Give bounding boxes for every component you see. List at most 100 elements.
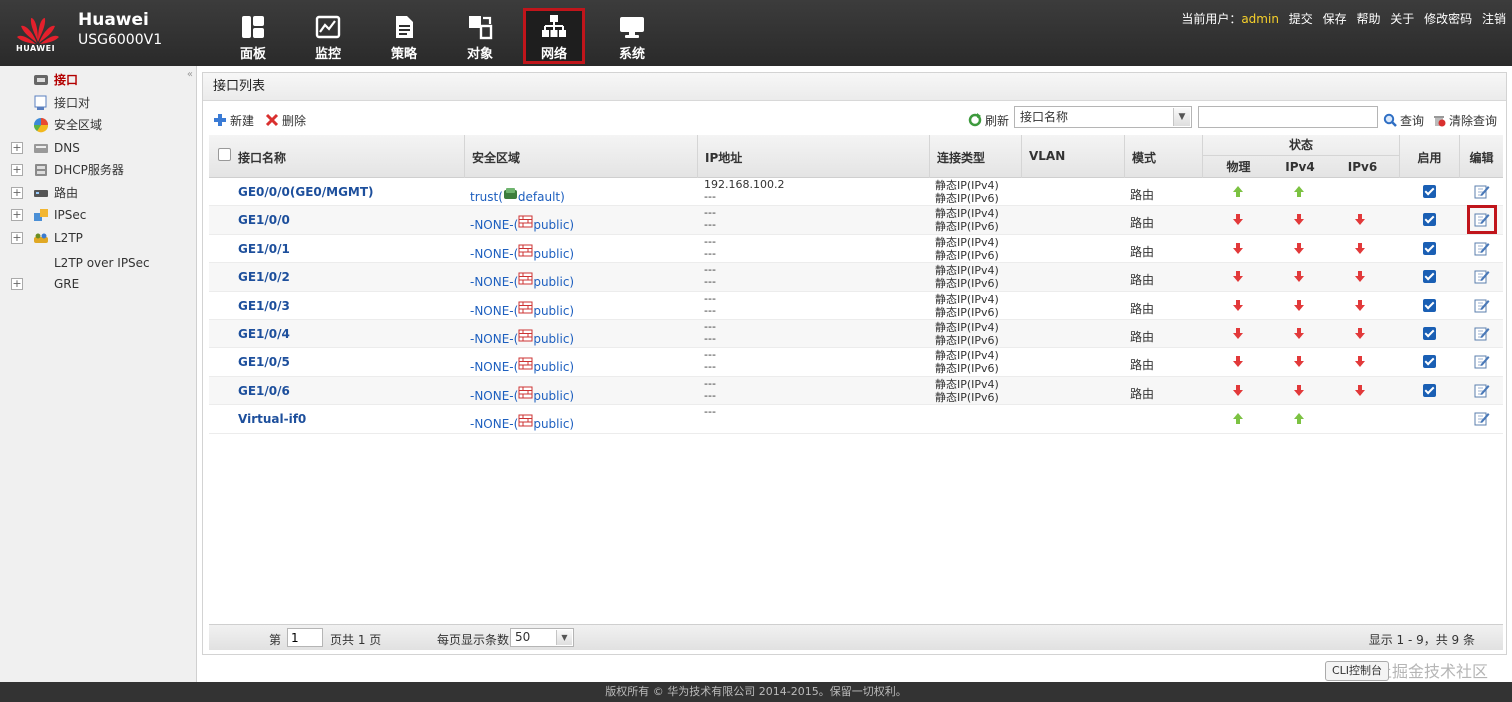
route-icon <box>34 190 48 197</box>
sidebar-item-dns[interactable]: + DNS <box>0 137 196 159</box>
enable-checkbox[interactable] <box>1423 383 1436 397</box>
interface-icon <box>34 75 48 85</box>
table-row[interactable]: GE1/0/5 -NONE-(public) --- --- 静态IP(IPv4) 静… <box>209 348 1503 377</box>
table-row[interactable]: GE1/0/6 -NONE-(public) --- --- 静态IP(IPv4) 静… <box>209 376 1503 406</box>
zone-prefix: -NONE-( <box>470 417 519 432</box>
enable-checkbox[interactable] <box>1423 241 1436 255</box>
column-header-mode[interactable]: 模式 <box>1124 135 1202 178</box>
zone-name: public) <box>533 303 575 318</box>
enable-checkbox[interactable] <box>1423 326 1436 340</box>
table-row[interactable]: Virtual-if0 -NONE-(public) --- <box>209 405 1503 434</box>
sidebar-item-l2tp-over-ipsec[interactable]: L2TP over IPSec <box>0 252 196 274</box>
status-down-arrow-icon <box>1233 327 1243 339</box>
expand-icon[interactable]: + <box>11 209 23 221</box>
nav-policy[interactable]: 策略 <box>373 8 435 64</box>
edit-icon[interactable] <box>1474 184 1490 199</box>
new-button[interactable]: 新建 <box>213 111 254 131</box>
edit-icon[interactable] <box>1474 326 1490 341</box>
sidebar-item-route[interactable]: + 路由 <box>0 182 196 204</box>
interface-name-link[interactable]: Virtual-if0 <box>238 412 306 440</box>
sidebar-item-label: 接口对 <box>54 96 91 110</box>
table-row[interactable]: GE1/0/3 -NONE-(public) --- --- 静态IP(IPv4) 静… <box>209 291 1503 320</box>
enable-checkbox[interactable] <box>1423 185 1436 198</box>
per-page-select[interactable]: 50 ▼ <box>510 628 574 647</box>
delete-button-label: 删除 <box>282 114 307 128</box>
clear-query-button-label: 清除查询 <box>1449 114 1498 128</box>
column-header-name[interactable]: 接口名称 <box>231 135 464 178</box>
save-link[interactable]: 保存 <box>1323 12 1347 26</box>
table-row[interactable]: GE1/0/1 -NONE-(public) --- --- 静态IP(IPv4) 静… <box>209 234 1503 264</box>
sidebar-item-label: DHCP服务器 <box>54 163 124 177</box>
expand-icon[interactable]: + <box>11 232 23 244</box>
about-link[interactable]: 关于 <box>1390 12 1414 26</box>
connection-type: 静态IP(IPv4) 静态IP(IPv6) <box>935 207 999 234</box>
status-down-arrow-icon <box>1294 384 1304 396</box>
sidebar-item-interface-pair[interactable]: 接口对 <box>0 92 196 114</box>
edit-icon[interactable] <box>1474 354 1490 369</box>
delete-button[interactable]: 删除 <box>265 111 306 131</box>
user-bar: 当前用户：admin 提交 保存 帮助 关于 修改密码 注销 <box>1181 10 1506 27</box>
security-zone-icon <box>33 118 49 133</box>
sidebar-item-label: IPSec <box>54 208 87 222</box>
column-header-vlan[interactable]: VLAN <box>1021 135 1124 178</box>
sidebar-item-gre[interactable]: + GRE <box>0 273 196 295</box>
expand-icon[interactable]: + <box>11 278 23 290</box>
select-all-checkbox[interactable] <box>218 148 231 161</box>
table-row[interactable]: GE1/0/4 -NONE-(public) --- --- 静态IP(IPv4) 静… <box>209 319 1503 349</box>
enable-checkbox[interactable] <box>1423 270 1436 284</box>
enable-checkbox[interactable] <box>1423 355 1436 369</box>
status-down-arrow-icon <box>1233 242 1243 254</box>
change-password-link[interactable]: 修改密码 <box>1424 12 1472 26</box>
edit-icon[interactable] <box>1474 411 1490 426</box>
status-up-arrow-icon <box>1294 413 1304 425</box>
status-up-arrow-icon <box>1294 186 1304 197</box>
edit-icon[interactable] <box>1474 269 1490 284</box>
connection-type: 静态IP(IPv4) 静态IP(IPv6) <box>935 292 999 319</box>
nav-network[interactable]: 网络 <box>523 8 585 64</box>
submit-link[interactable]: 提交 <box>1289 12 1313 26</box>
sidebar-item-dhcp-server[interactable]: + DHCP服务器 <box>0 159 196 181</box>
edit-icon[interactable] <box>1474 241 1490 256</box>
logout-link[interactable]: 注销 <box>1482 12 1506 26</box>
sidebar-item-label: 安全区域 <box>54 118 103 132</box>
search-field-select[interactable]: 接口名称 ▼ <box>1014 106 1192 128</box>
edit-icon[interactable] <box>1467 205 1497 235</box>
enable-checkbox[interactable] <box>1423 298 1436 312</box>
nav-monitor[interactable]: 监控 <box>297 8 359 64</box>
ip-address: --- --- <box>704 291 716 317</box>
expand-icon[interactable]: + <box>11 187 23 199</box>
sidebar-item-l2tp[interactable]: + L2TP <box>0 227 196 249</box>
nav-dashboard[interactable]: 面板 <box>222 8 284 64</box>
expand-icon[interactable]: + <box>11 142 23 154</box>
new-button-label: 新建 <box>230 114 255 128</box>
status-down-arrow-icon <box>1233 384 1243 396</box>
status-down-arrow-icon <box>1294 271 1304 283</box>
status-down-arrow-icon <box>1355 327 1365 339</box>
status-down-arrow-icon <box>1294 214 1304 226</box>
sidebar-item-security-zone[interactable]: 安全区域 <box>0 114 196 136</box>
column-header-zone[interactable]: 安全区域 <box>464 135 697 178</box>
refresh-button[interactable]: 刷新 <box>968 111 1009 131</box>
nav-object[interactable]: 对象 <box>449 8 511 64</box>
cli-console-button[interactable]: CLI控制台 <box>1325 661 1390 681</box>
expand-icon[interactable]: + <box>11 164 23 176</box>
zone-green-icon <box>503 188 517 199</box>
column-header-ip[interactable]: IP地址 <box>697 135 929 178</box>
query-button[interactable]: 查询 <box>1383 111 1424 131</box>
help-link[interactable]: 帮助 <box>1356 12 1380 26</box>
search-input[interactable] <box>1198 106 1378 128</box>
table-row[interactable]: GE1/0/0 -NONE-(public) --- --- 静态IP(IPv4) 静… <box>209 205 1503 235</box>
edit-icon[interactable] <box>1474 383 1490 398</box>
table-row[interactable]: GE1/0/2 -NONE-(public) --- --- 静态IP(IPv4) 静… <box>209 263 1503 292</box>
enable-checkbox[interactable] <box>1423 213 1436 227</box>
edit-icon[interactable] <box>1474 298 1490 313</box>
page-number-input[interactable] <box>287 628 323 647</box>
sidebar-item-interface[interactable]: 接口 <box>0 69 196 91</box>
table-row[interactable]: GE0/0/0(GE0/MGMT) trust(default) 192.168.1… <box>209 178 1503 207</box>
sidebar-item-ipsec[interactable]: + IPSec <box>0 204 196 226</box>
column-header-conn-type[interactable]: 连接类型 <box>929 135 1021 178</box>
zone-link[interactable]: -NONE-(public) <box>470 414 574 442</box>
nav-system[interactable]: 系统 <box>601 8 663 64</box>
clear-query-button[interactable]: 清除查询 <box>1432 111 1497 131</box>
status-down-arrow-icon <box>1233 299 1243 311</box>
